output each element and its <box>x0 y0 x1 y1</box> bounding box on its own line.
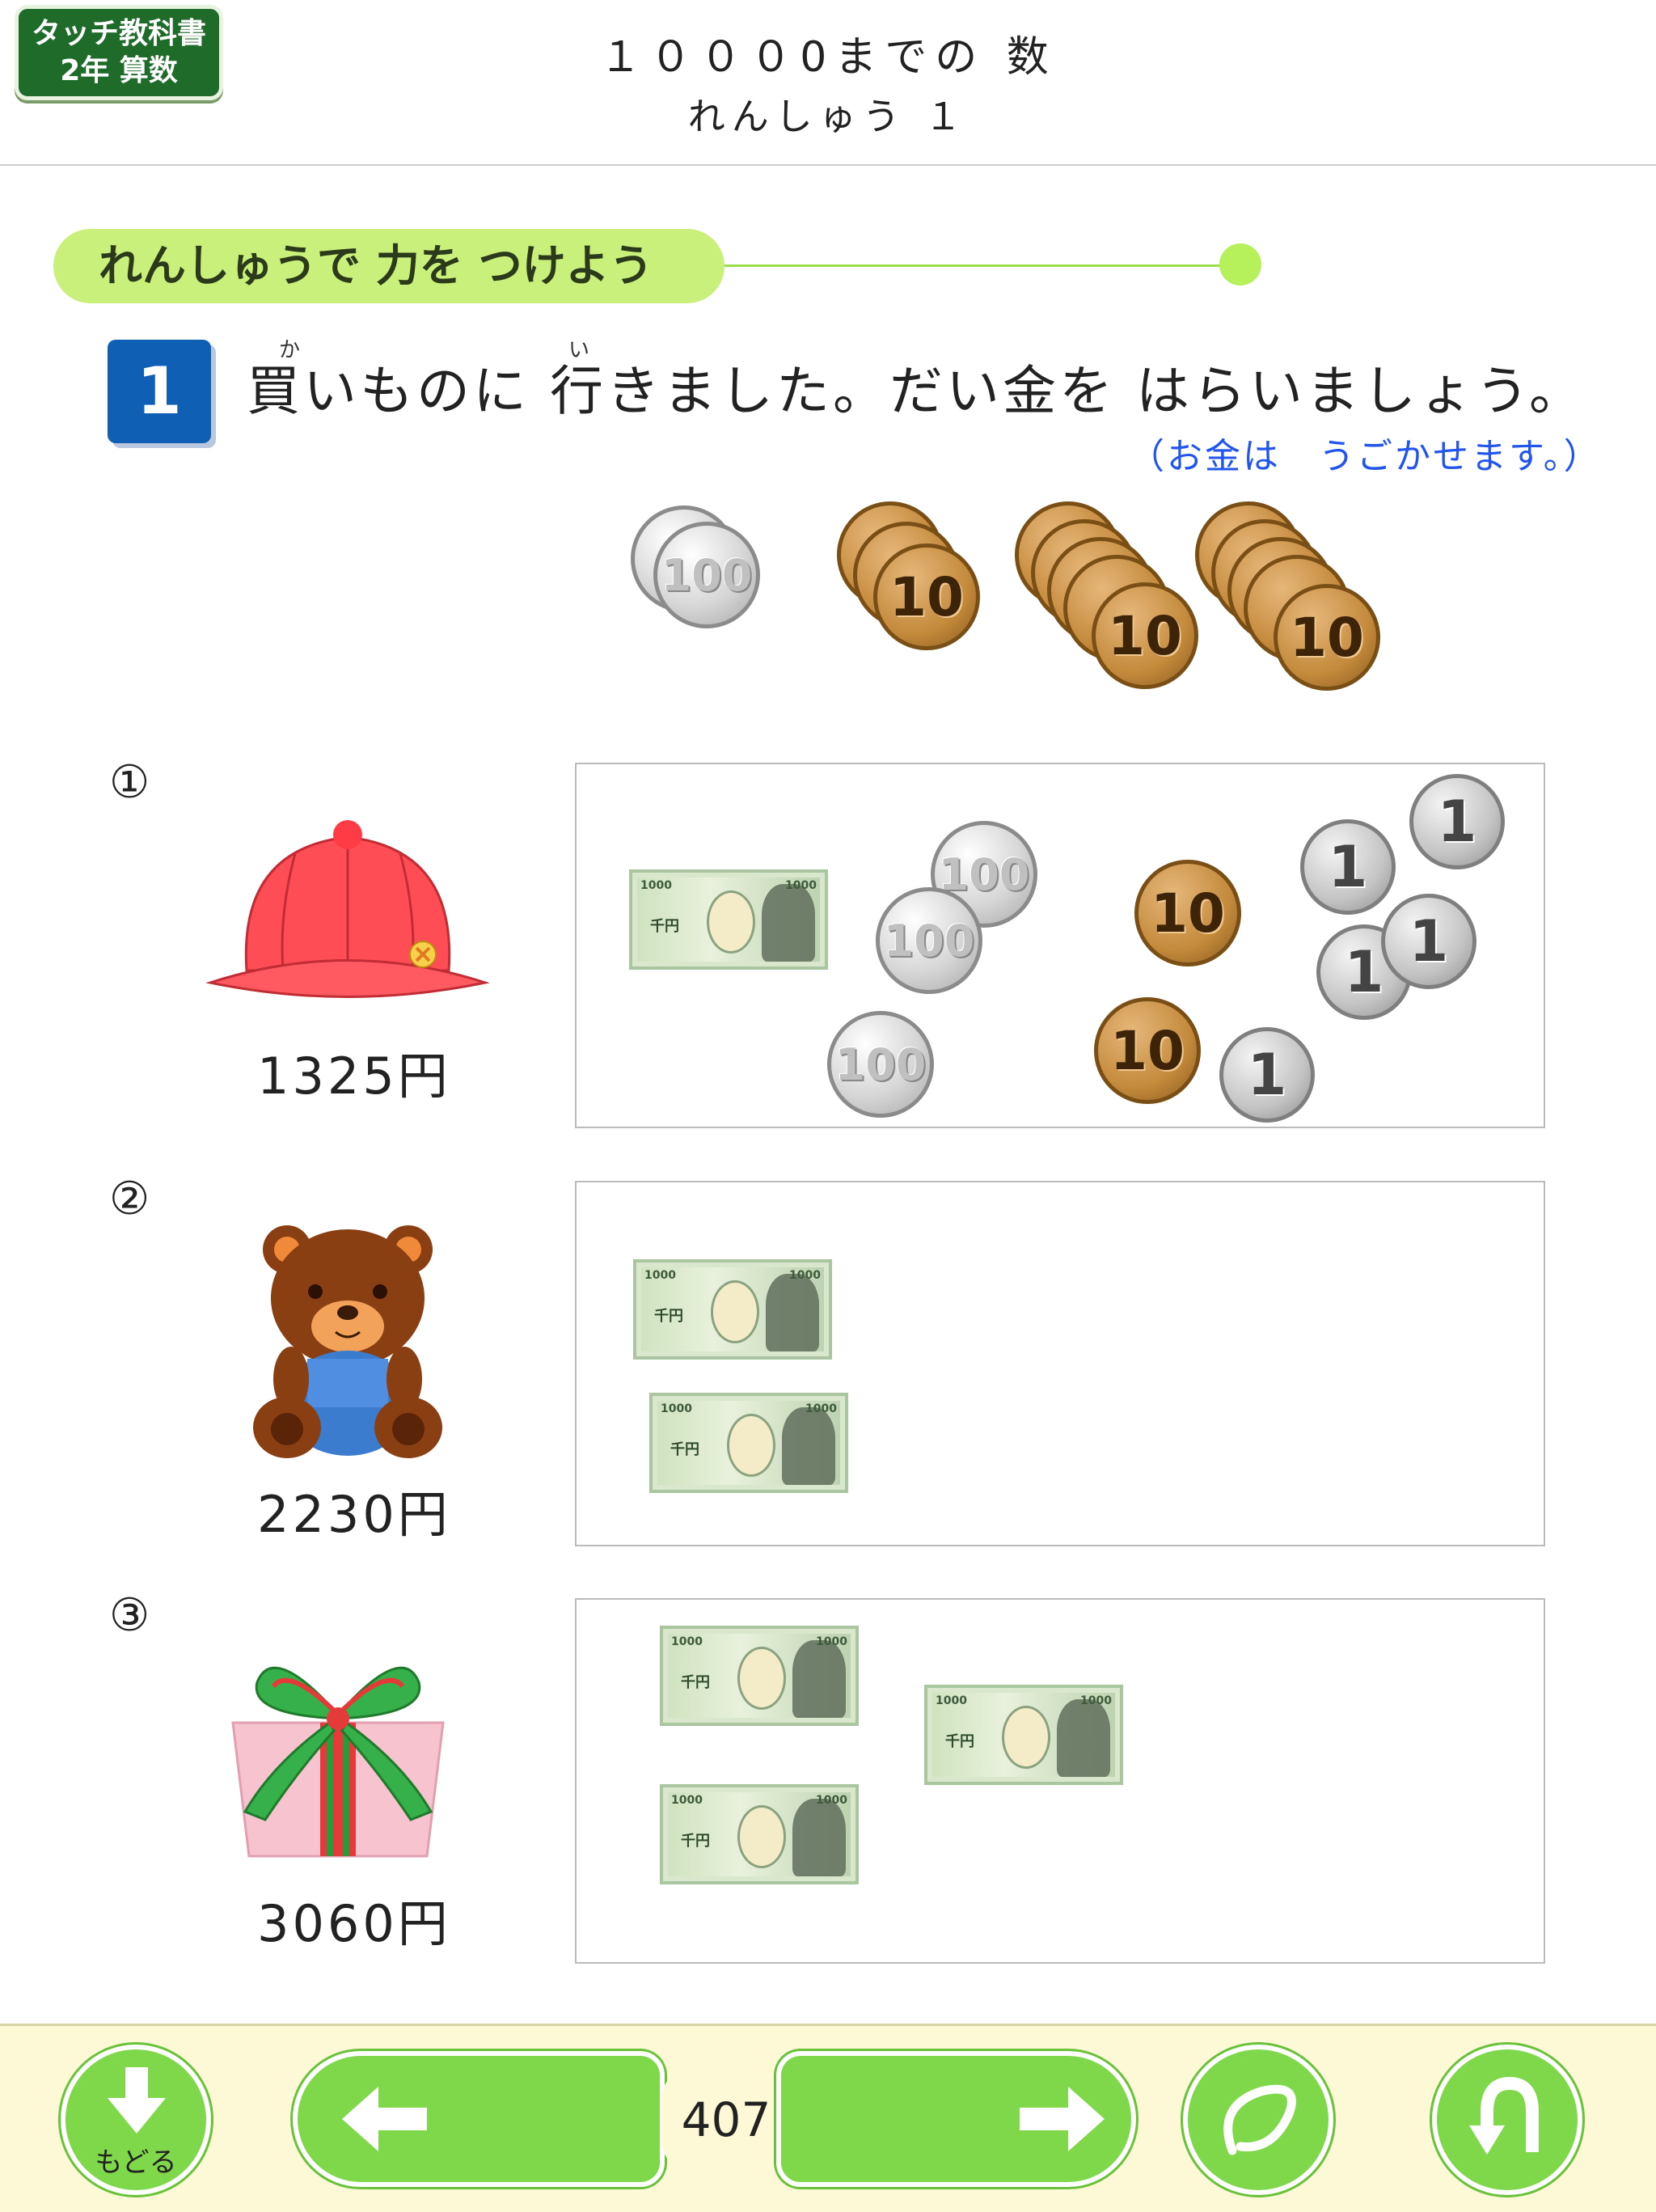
bear-illustration <box>253 1225 442 1458</box>
bill-1000[interactable]: 1000 1000 千円 <box>649 1393 848 1493</box>
palette-10-coin[interactable]: 10 <box>1274 584 1380 691</box>
gift-illustration <box>231 1666 445 1858</box>
prev-page-button[interactable] <box>293 2051 665 2187</box>
pen-loop-icon <box>1223 2084 1296 2155</box>
coin-100[interactable]: 100 <box>876 887 982 994</box>
hat-illustration <box>206 820 489 998</box>
u-turn-undo-icon <box>1469 2076 1539 2155</box>
coin-1[interactable]: 1 <box>1219 1027 1315 1123</box>
undo-button[interactable] <box>1432 2045 1582 2195</box>
coin-value: 10 <box>1108 604 1182 667</box>
section-divider-dot <box>1219 243 1261 285</box>
arrow-down-icon <box>108 2067 166 2134</box>
section-divider-line <box>720 264 1237 267</box>
page-number: 407 <box>661 2067 791 2172</box>
next-page-button[interactable] <box>776 2051 1136 2187</box>
bill-1000[interactable]: 1000 1000 千円 <box>629 869 828 970</box>
question-number: 1 <box>108 340 211 443</box>
item-price: 3060円 <box>257 1894 451 1953</box>
coin-1[interactable]: 1 <box>1409 774 1505 869</box>
coin-1[interactable]: 1 <box>1300 819 1396 915</box>
back-button[interactable]: もどる <box>61 2045 211 2195</box>
bill-1000[interactable]: 1000 1000 千円 <box>660 1784 859 1884</box>
palette-10-coin[interactable]: 10 <box>1092 582 1198 689</box>
question-hint: （お金は うごかせます。） <box>1129 436 1602 477</box>
item-marker: ③ <box>109 1589 150 1642</box>
payment-box-3[interactable]: 1000 1000 千円 1000 1000 千円 1000 1000 千円 <box>575 1598 1545 1964</box>
page-subtitle: れんしゅう １ <box>687 95 969 138</box>
page-title: １０００0までの 数 <box>599 33 1057 82</box>
payment-box-2[interactable]: 1000 1000 千円 1000 1000 千円 <box>575 1181 1545 1546</box>
pen-button[interactable] <box>1183 2045 1333 2195</box>
arrow-right-icon <box>1020 2087 1105 2151</box>
coin-value: 10 <box>1290 606 1364 669</box>
palette-10-coin[interactable]: 10 <box>873 543 980 650</box>
coin-value: 10 <box>889 565 964 628</box>
item-marker: ① <box>109 756 150 809</box>
coin-1[interactable]: 1 <box>1381 894 1476 989</box>
coin-10[interactable]: 10 <box>1094 997 1201 1104</box>
bill-1000[interactable]: 1000 1000 千円 <box>633 1259 832 1360</box>
header-bar: タッチ教科書 2年 算数 １０００0までの 数 れんしゅう １ <box>0 0 1656 166</box>
coin-10[interactable]: 10 <box>1134 860 1241 966</box>
section-heading: れんしゅうで 力を つけよう <box>53 229 724 303</box>
question-text: 買いものに 行きました。だい金を はらいましょう。 <box>247 360 1586 422</box>
item-marker: ② <box>109 1173 150 1225</box>
bill-1000[interactable]: 1000 1000 千円 <box>924 1685 1123 1785</box>
palette-100-coin[interactable]: 100 <box>653 522 760 628</box>
back-button-label: もどる <box>95 2146 177 2179</box>
coin-value: 100 <box>661 549 753 601</box>
coin-100[interactable]: 100 <box>827 1011 934 1118</box>
arrow-left-icon <box>342 2087 427 2151</box>
bill-1000[interactable]: 1000 1000 千円 <box>660 1626 859 1726</box>
payment-box-1[interactable]: 1000 1000 千円 100 100 100 10 10 1 1 1 1 1 <box>575 763 1545 1128</box>
item-price: 2230円 <box>257 1485 451 1544</box>
item-price: 1325円 <box>257 1047 451 1106</box>
